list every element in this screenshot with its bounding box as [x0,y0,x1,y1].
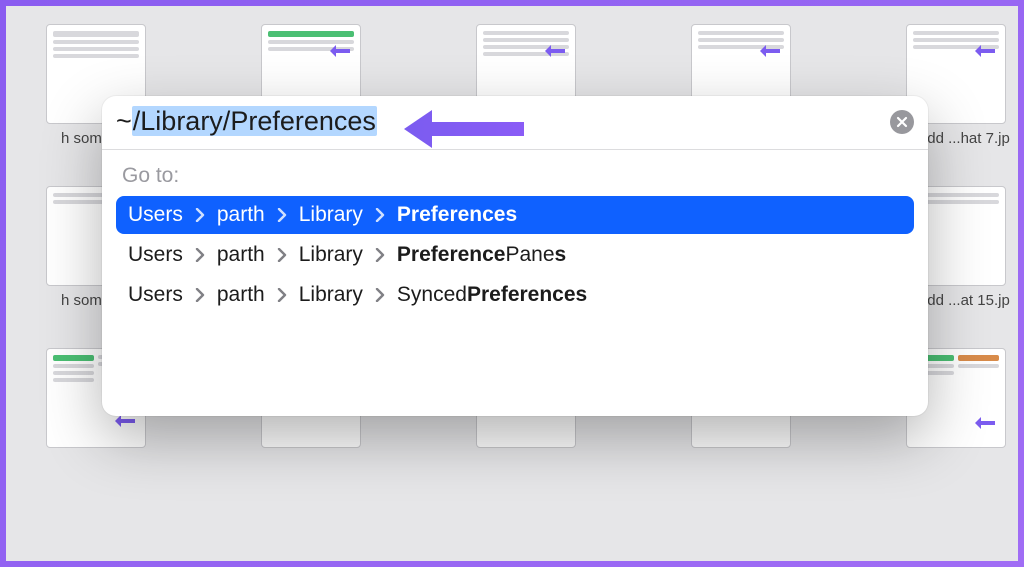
path-input-row: ~/Library/Preferences [102,96,928,150]
path-segment: Users [128,283,183,307]
path-segment: Users [128,243,183,267]
section-label: Go to: [122,164,914,188]
path-segment-final: SyncedPreferences [397,283,587,307]
path-segment-final: PreferencePanes [397,243,566,267]
path-input-selection: /Library/Preferences [132,106,377,136]
clear-button[interactable] [890,110,914,134]
chevron-right-icon [195,288,205,302]
path-input-prefix: ~ [116,106,132,136]
suggestions-section: Go to: UsersparthLibraryPreferencesUsers… [102,150,928,314]
chevron-right-icon [375,288,385,302]
path-segment: Library [299,243,363,267]
path-input[interactable]: ~/Library/Preferences [116,106,880,137]
chevron-right-icon [277,248,287,262]
go-to-folder-sheet: ~/Library/Preferences Go to: Users parth L… [102,96,928,416]
chevron-right-icon [277,208,287,222]
close-icon [896,116,908,128]
chevron-right-icon [375,208,385,222]
chevron-right-icon [195,248,205,262]
path-segment: parth [217,243,265,267]
chevron-right-icon [375,248,385,262]
path-segment: Users [128,203,183,227]
path-segment: Library [299,203,363,227]
path-segment: Library [299,283,363,307]
suggestion[interactable]: Users parth Library PreferencePanes [116,236,914,274]
path-segment: parth [217,203,265,227]
suggestion-list: Users parth Library Preferences Users parth Li… [116,196,914,314]
path-segment-final: Preferences [397,203,517,227]
finder-icon-view: h som...pg to add ...hat 7.jp [6,6,1018,561]
suggestion-selected[interactable]: Users parth Library Preferences [116,196,914,234]
path-segment: parth [217,283,265,307]
suggestion[interactable]: Users parth Library SyncedPreferences [116,276,914,314]
chevron-right-icon [277,288,287,302]
chevron-right-icon [195,208,205,222]
